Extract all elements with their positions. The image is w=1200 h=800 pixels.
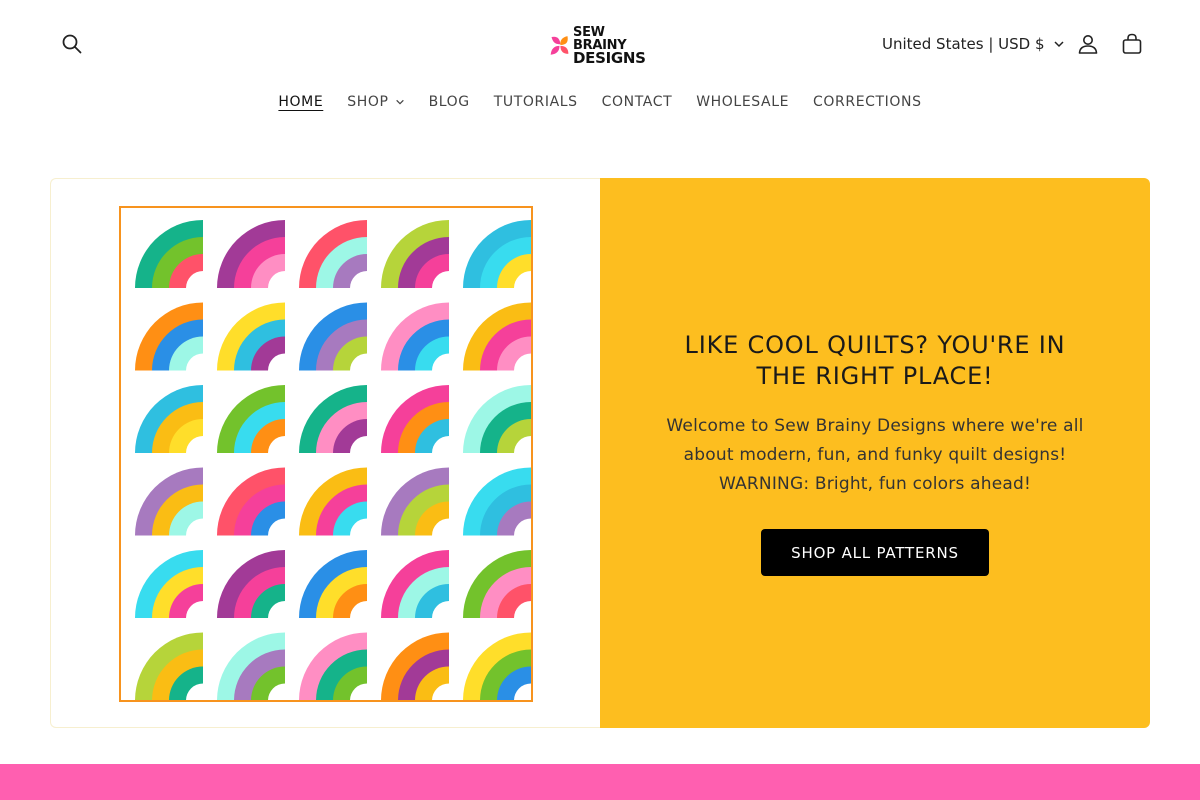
country-currency-selector[interactable]: United States | USD $ bbox=[882, 32, 1065, 56]
rainbow-quilt-block bbox=[299, 385, 367, 453]
hero-text-panel: LIKE COOL QUILTS? YOU'RE IN THE RIGHT PL… bbox=[600, 178, 1150, 728]
rainbow-quilt-block bbox=[463, 467, 531, 536]
shop-all-patterns-button[interactable]: SHOP ALL PATTERNS bbox=[761, 529, 989, 576]
rainbow-quilt-block bbox=[463, 632, 531, 701]
nav-item-blog[interactable]: BLOG bbox=[429, 86, 470, 118]
rainbow-quilt-block bbox=[135, 302, 203, 371]
rainbow-quilt-block bbox=[463, 302, 531, 371]
rainbow-quilt-block bbox=[217, 220, 285, 288]
cart-button[interactable] bbox=[1112, 24, 1152, 64]
nav-item-shop[interactable]: SHOP bbox=[347, 86, 404, 118]
rainbow-quilt-block bbox=[381, 302, 449, 371]
user-icon bbox=[1078, 35, 1098, 54]
rainbow-quilt-block bbox=[135, 550, 203, 618]
rainbow-quilt-block bbox=[135, 467, 203, 536]
nav-label: CORRECTIONS bbox=[813, 94, 922, 110]
rainbow-quilt-block bbox=[463, 385, 531, 453]
rainbow-quilt-image bbox=[119, 206, 533, 702]
nav-item-corrections[interactable]: CORRECTIONS bbox=[813, 86, 922, 118]
rainbow-quilt-block bbox=[381, 632, 449, 701]
chevron-down-icon bbox=[1054, 41, 1064, 48]
nav-item-tutorials[interactable]: TUTORIALS bbox=[494, 86, 578, 118]
search-icon bbox=[62, 34, 82, 54]
account-button[interactable] bbox=[1068, 24, 1108, 64]
quilt-artwork bbox=[135, 220, 531, 701]
rainbow-quilt-block bbox=[381, 385, 449, 453]
rainbow-quilt-block bbox=[135, 632, 203, 701]
rainbow-quilt-block bbox=[463, 220, 531, 288]
hero-body-line: WARNING: Bright, fun colors ahead! bbox=[718, 474, 1032, 494]
flower-logo-icon bbox=[550, 36, 569, 55]
search-button[interactable] bbox=[52, 24, 92, 64]
hero-banner: LIKE COOL QUILTS? YOU'RE IN THE RIGHT PL… bbox=[50, 178, 1150, 728]
rainbow-quilt-block bbox=[381, 467, 449, 536]
rainbow-quilt-block bbox=[299, 632, 367, 701]
logo-line-1: SEW BRAINY bbox=[573, 24, 627, 53]
rainbow-quilt-block bbox=[381, 220, 449, 288]
nav-item-contact[interactable]: CONTACT bbox=[602, 86, 673, 118]
rainbow-quilt-block bbox=[217, 302, 285, 371]
region-label: United States | USD $ bbox=[882, 35, 1045, 53]
hero-image bbox=[50, 178, 600, 728]
hero-body-line: Welcome to Sew Brainy Designs where we'r… bbox=[666, 416, 1084, 436]
nav-label: HOME bbox=[278, 94, 324, 110]
site-logo[interactable]: SEW BRAINY DESIGNS bbox=[548, 24, 652, 67]
hero-body-line: about modern, fun, and funky quilt desig… bbox=[683, 445, 1067, 465]
main-nav: HOME SHOP BLOG TUTORIALS CONTACT WHOLESA… bbox=[0, 86, 1200, 118]
chevron-down-icon bbox=[395, 99, 404, 105]
nav-item-wholesale[interactable]: WHOLESALE bbox=[696, 86, 789, 118]
hero-description: Welcome to Sew Brainy Designs where we'r… bbox=[666, 412, 1083, 499]
rainbow-quilt-block bbox=[299, 302, 367, 371]
rainbow-quilt-block bbox=[463, 550, 531, 618]
cart-icon bbox=[1122, 33, 1142, 54]
logo-wordmark: SEW BRAINY DESIGNS bbox=[573, 24, 652, 67]
rainbow-quilt-block bbox=[299, 220, 367, 288]
nav-label: CONTACT bbox=[601, 94, 673, 110]
rainbow-quilt-block bbox=[217, 467, 285, 536]
nav-label: WHOLESALE bbox=[696, 94, 790, 110]
rainbow-quilt-block bbox=[299, 467, 367, 536]
rainbow-quilt-block bbox=[381, 550, 449, 618]
rainbow-quilt-block bbox=[135, 220, 203, 288]
logo-line-2: DESIGNS bbox=[573, 48, 646, 67]
nav-item-home[interactable]: HOME bbox=[278, 86, 323, 118]
hero-heading: LIKE COOL QUILTS? YOU'RE IN THE RIGHT PL… bbox=[684, 331, 1066, 390]
nav-label: TUTORIALS bbox=[493, 94, 578, 110]
site-header: SEW BRAINY DESIGNS United States | USD $ bbox=[0, 0, 1200, 90]
rainbow-quilt-block bbox=[217, 632, 285, 701]
rainbow-quilt-block bbox=[217, 385, 285, 453]
rainbow-quilt-block bbox=[299, 550, 367, 618]
rainbow-quilt-block bbox=[217, 550, 285, 618]
announcement-strip bbox=[0, 764, 1200, 800]
rainbow-quilt-block bbox=[135, 385, 203, 453]
nav-label: BLOG bbox=[428, 94, 470, 110]
nav-label: SHOP bbox=[347, 94, 389, 110]
